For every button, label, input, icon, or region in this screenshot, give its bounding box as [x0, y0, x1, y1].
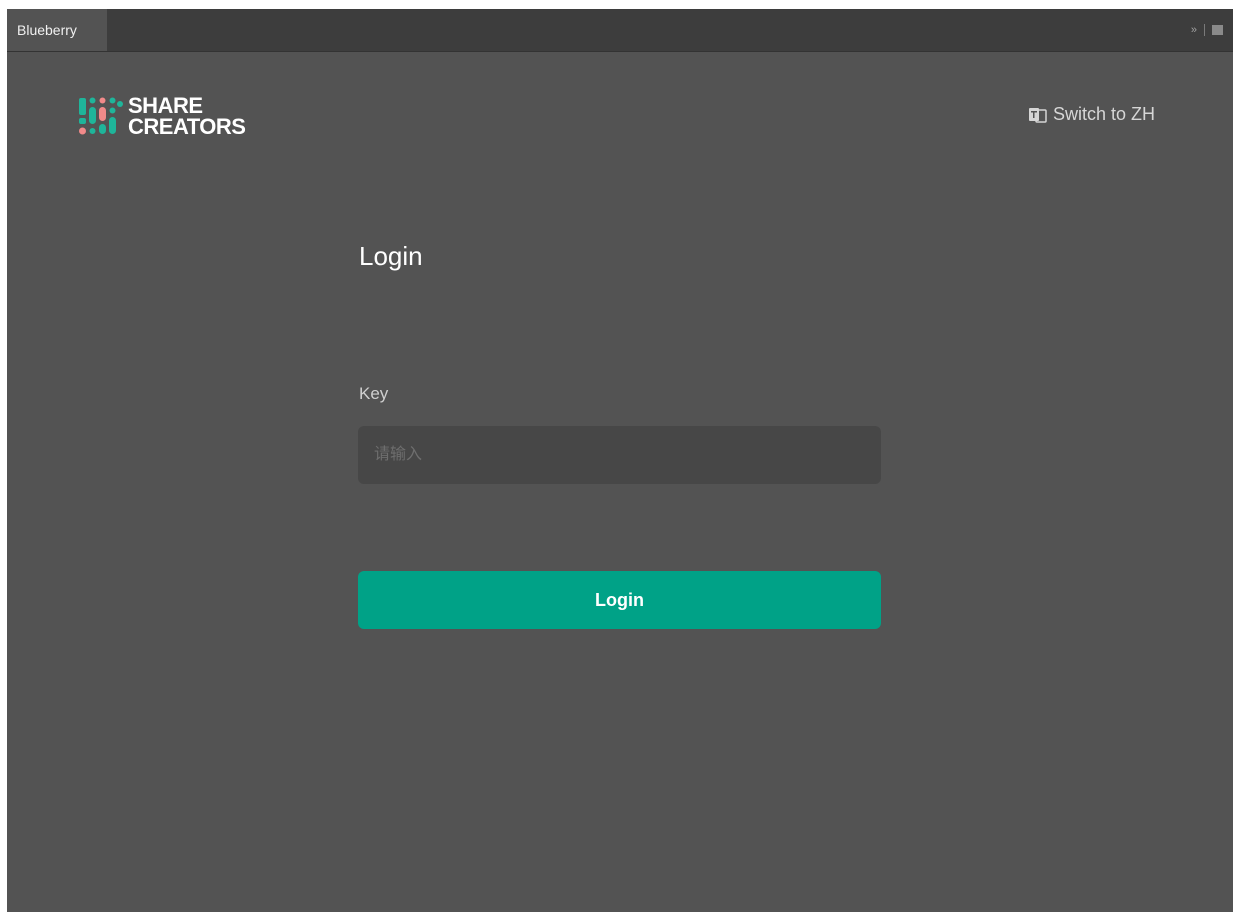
- panel-tab-bar: Blueberry »: [7, 9, 1233, 52]
- logo-line-1: SHARE: [128, 93, 203, 118]
- logo-wordmark: SHARE CREATORS: [128, 93, 246, 139]
- switch-language-label: Switch to ZH: [1052, 104, 1155, 124]
- key-label: Key: [359, 384, 389, 403]
- login-button[interactable]: Login: [358, 571, 881, 629]
- panel-controls: »: [1191, 9, 1223, 51]
- panel-menu-icon[interactable]: [1212, 25, 1223, 35]
- login-title: Login: [359, 241, 423, 271]
- key-input[interactable]: [358, 426, 881, 484]
- double-chevron-right-icon[interactable]: »: [1191, 24, 1197, 36]
- logo-mark-icon: [79, 94, 123, 138]
- logo-line-2: CREATORS: [128, 114, 246, 139]
- tab-blueberry[interactable]: Blueberry: [7, 9, 107, 51]
- tab-label: Blueberry: [17, 22, 77, 38]
- translate-icon: [1028, 107, 1047, 123]
- divider: [1204, 24, 1205, 36]
- panel-frame: Blueberry » SHARE CREATORS Switch to ZH …: [7, 9, 1233, 912]
- switch-language-link[interactable]: Switch to ZH: [1028, 104, 1155, 125]
- share-creators-logo: SHARE CREATORS: [79, 93, 246, 139]
